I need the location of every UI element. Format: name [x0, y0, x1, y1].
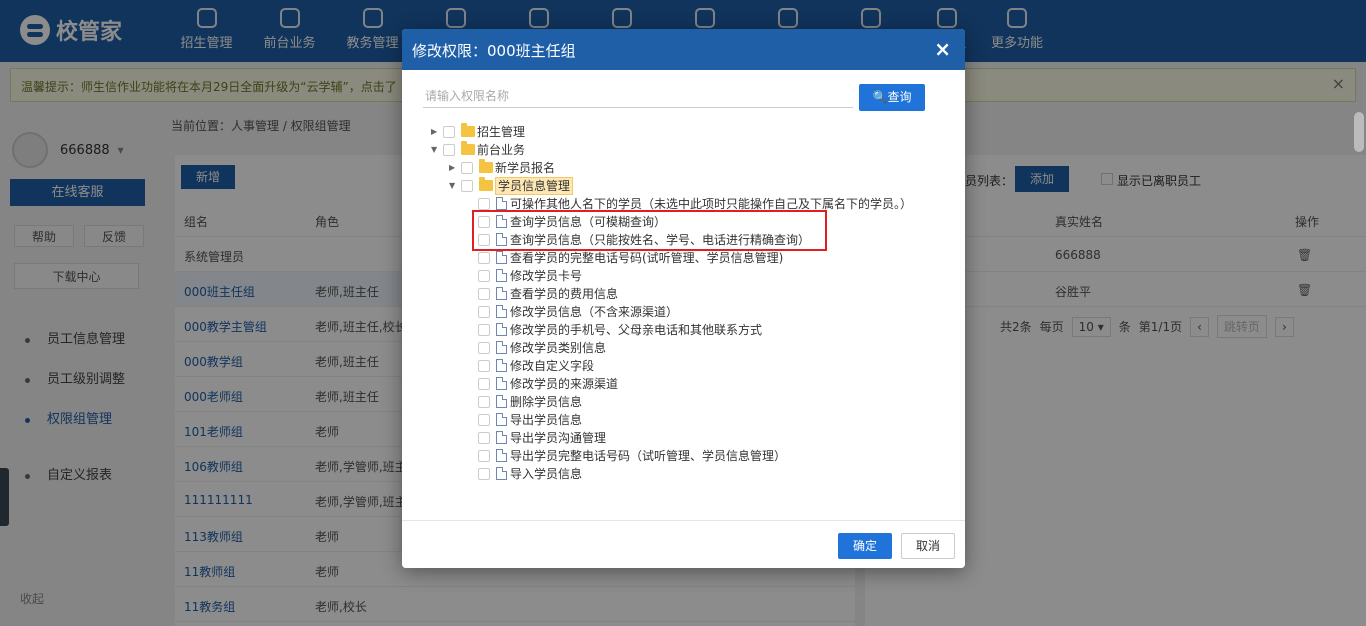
document-icon	[496, 215, 507, 228]
caret-down-icon[interactable]: ▼	[449, 177, 459, 195]
tree-node[interactable]: ▶ 新学员报名	[426, 159, 956, 177]
tree-checkbox[interactable]	[478, 360, 490, 372]
tree-node[interactable]: ▼ 学员信息管理	[426, 177, 956, 195]
tree-node-label: 导出学员完整电话号码（试听管理、学员信息管理）	[510, 449, 787, 463]
document-icon	[496, 197, 507, 210]
tree-node-label: 查询学员信息（只能按姓名、学号、电话进行精确查询）	[510, 233, 811, 247]
caret-right-icon[interactable]: ▶	[431, 123, 441, 141]
tree-node-label: 修改学员的来源渠道	[510, 377, 619, 391]
tree-node-label: 招生管理	[477, 125, 526, 139]
dialog-footer: 确定 取消	[402, 520, 965, 568]
document-icon	[496, 449, 507, 462]
tree-node[interactable]: 导出学员完整电话号码（试听管理、学员信息管理）	[426, 447, 956, 465]
edit-permission-dialog: 修改权限：000班主任组 × 🔍查询 ▶ 招生管理 ▼ 前台业务 ▶ 新学员报名 ▼ 学员信息…	[402, 29, 965, 568]
tree-checkbox[interactable]	[478, 432, 490, 444]
tree-checkbox[interactable]	[461, 162, 473, 174]
caret-right-icon[interactable]: ▶	[449, 159, 459, 177]
tree-checkbox[interactable]	[478, 198, 490, 210]
tree-checkbox[interactable]	[478, 324, 490, 336]
search-row: 🔍查询	[423, 84, 928, 111]
tree-node-label: 可操作其他人名下的学员（未选中此项时只能操作自己及下属名下的学员。）	[510, 197, 913, 211]
tree-node-label: 新学员报名	[495, 161, 556, 175]
document-icon	[496, 377, 507, 390]
tree-node-label: 导入学员信息	[510, 467, 583, 480]
tree-checkbox[interactable]	[478, 306, 490, 318]
document-icon	[496, 467, 507, 480]
tree-node[interactable]: 修改学员信息（不含来源渠道）	[426, 303, 956, 321]
document-icon	[496, 287, 507, 300]
tree-node[interactable]: ▼ 前台业务	[426, 141, 956, 159]
close-icon[interactable]: ×	[934, 37, 951, 61]
document-icon	[496, 413, 507, 426]
tree-checkbox[interactable]	[461, 180, 473, 192]
search-button-label: 查询	[887, 90, 912, 104]
tree-node-label: 导出学员信息	[510, 413, 583, 427]
tree-node-label: 导出学员沟通管理	[510, 431, 607, 445]
tree-checkbox[interactable]	[478, 288, 490, 300]
folder-icon	[461, 141, 475, 155]
tree-node[interactable]: 可操作其他人名下的学员（未选中此项时只能操作自己及下属名下的学员。）	[426, 195, 956, 213]
tree-checkbox[interactable]	[478, 414, 490, 426]
tree-checkbox[interactable]	[478, 396, 490, 408]
tree-checkbox[interactable]	[443, 144, 455, 156]
tree-checkbox[interactable]	[478, 216, 490, 228]
tree-node-label: 查看学员的完整电话号码(试听管理、学员信息管理)	[510, 251, 784, 265]
tree-node-label: 学员信息管理	[495, 177, 574, 195]
tree-node-label: 查看学员的费用信息	[510, 287, 619, 301]
tree-node[interactable]: 修改学员类别信息	[426, 339, 956, 357]
permission-tree: ▶ 招生管理 ▼ 前台业务 ▶ 新学员报名 ▼ 学员信息管理可操作其他人名下的学员（未选中此项…	[426, 123, 956, 480]
search-button[interactable]: 🔍查询	[859, 84, 925, 111]
document-icon	[496, 269, 507, 282]
tree-node[interactable]: 查询学员信息（可模糊查询）	[426, 213, 956, 231]
tree-node[interactable]: 导入学员信息	[426, 465, 956, 480]
caret-down-icon[interactable]: ▼	[431, 141, 441, 159]
tree-node[interactable]: 删除学员信息	[426, 393, 956, 411]
document-icon	[496, 251, 507, 264]
document-icon	[496, 341, 507, 354]
tree-checkbox[interactable]	[478, 468, 490, 480]
permission-search-input[interactable]	[423, 84, 853, 108]
tree-checkbox[interactable]	[478, 450, 490, 462]
tree-node[interactable]: 修改自定义字段	[426, 357, 956, 375]
tree-node-label: 修改学员信息（不含来源渠道）	[510, 305, 679, 319]
search-icon: 🔍	[872, 90, 888, 104]
tree-node[interactable]: 修改学员的来源渠道	[426, 375, 956, 393]
document-icon	[496, 395, 507, 408]
tree-checkbox[interactable]	[478, 270, 490, 282]
tree-node[interactable]: 修改学员的手机号、父母亲电话和其他联系方式	[426, 321, 956, 339]
tree-checkbox[interactable]	[478, 342, 490, 354]
tree-node-label: 删除学员信息	[510, 395, 583, 409]
document-icon	[496, 323, 507, 336]
document-icon	[496, 431, 507, 444]
tree-node[interactable]: 查询学员信息（只能按姓名、学号、电话进行精确查询）	[426, 231, 956, 249]
folder-icon	[479, 159, 493, 173]
tree-node-label: 修改自定义字段	[510, 359, 595, 373]
tree-checkbox[interactable]	[478, 252, 490, 264]
tree-node[interactable]: 修改学员卡号	[426, 267, 956, 285]
cancel-button[interactable]: 取消	[901, 533, 955, 559]
confirm-button[interactable]: 确定	[838, 533, 892, 559]
tree-node-label: 前台业务	[477, 143, 526, 157]
tree-node-label: 修改学员类别信息	[510, 341, 607, 355]
tree-node-label: 查询学员信息（可模糊查询）	[510, 215, 667, 229]
tree-node[interactable]: 导出学员沟通管理	[426, 429, 956, 447]
app-root: 校管家 招生管理前台业务教务管理学员管理财务管理人事管理家校互动统计报表系统设置…	[0, 0, 1366, 626]
tree-checkbox[interactable]	[443, 126, 455, 138]
dialog-title: 修改权限：000班主任组	[412, 42, 576, 60]
tree-checkbox[interactable]	[478, 378, 490, 390]
folder-icon	[461, 123, 475, 137]
folder-icon	[479, 177, 493, 191]
tree-node[interactable]: 查看学员的费用信息	[426, 285, 956, 303]
document-icon	[496, 305, 507, 318]
document-icon	[496, 359, 507, 372]
tree-node[interactable]: ▶ 招生管理	[426, 123, 956, 141]
tree-node-label: 修改学员卡号	[510, 269, 583, 283]
tree-node[interactable]: 查看学员的完整电话号码(试听管理、学员信息管理)	[426, 249, 956, 267]
tree-node[interactable]: 导出学员信息	[426, 411, 956, 429]
page-scrollbar[interactable]	[1354, 112, 1364, 152]
tree-node-label: 修改学员的手机号、父母亲电话和其他联系方式	[510, 323, 763, 337]
tree-checkbox[interactable]	[478, 234, 490, 246]
document-icon	[496, 233, 507, 246]
dialog-header: 修改权限：000班主任组 ×	[402, 29, 965, 70]
